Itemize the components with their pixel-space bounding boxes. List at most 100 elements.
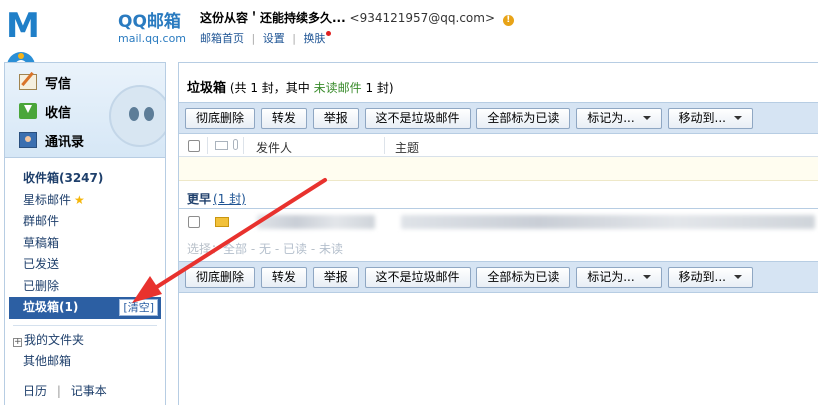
- sidebar-item-starred[interactable]: 星标邮件 ★: [5, 190, 165, 212]
- report-button[interactable]: 举报: [312, 108, 359, 129]
- calendar-link[interactable]: 日历: [23, 384, 47, 398]
- forward-button[interactable]: 转发: [260, 108, 307, 129]
- forward-button[interactable]: 转发: [260, 267, 307, 288]
- select-read-link[interactable]: 已读: [283, 242, 307, 256]
- settings-link[interactable]: 设置: [263, 32, 285, 45]
- link-separator: -: [271, 242, 283, 256]
- report-button[interactable]: 举报: [312, 267, 359, 288]
- mark-as-dropdown[interactable]: 标记为...: [576, 108, 662, 129]
- mark-as-dropdown[interactable]: 标记为...: [576, 267, 662, 288]
- link-separator: |: [251, 32, 256, 45]
- not-spam-button[interactable]: 这不是垃圾邮件: [364, 267, 471, 288]
- sidebar-item-drafts[interactable]: 草稿箱: [5, 233, 165, 255]
- user-info: 这份从容＇还能持续多久... <934121957@qq.com> ! 邮箱首页…: [200, 10, 514, 46]
- column-subject[interactable]: 主题: [395, 139, 419, 156]
- column-divider: [384, 137, 385, 154]
- group-label: 更早: [187, 192, 212, 206]
- delete-forever-button[interactable]: 彻底删除: [185, 108, 256, 129]
- star-icon: ★: [74, 192, 85, 207]
- sidebar-item-inbox[interactable]: 收件箱(3247): [5, 168, 165, 190]
- subject-blurred: [401, 215, 815, 229]
- sidebar-item-deleted[interactable]: 已删除: [5, 276, 165, 298]
- compose-button[interactable]: 写信: [19, 71, 71, 93]
- header-links: 邮箱首页 | 设置 | 换肤: [200, 30, 514, 46]
- change-skin-link[interactable]: 换肤: [303, 32, 325, 45]
- empty-spam-button[interactable]: [清空]: [119, 299, 158, 316]
- move-to-label: 移动到...: [678, 270, 726, 284]
- sidebar: 写信 收信 通讯录 收件箱(3247) 星标邮件 ★ 群邮件 草稿箱 已发送 已删…: [4, 62, 166, 405]
- contacts-button[interactable]: 通讯录: [19, 129, 84, 151]
- page-title: 垃圾箱 (共 1 封，其中 未读邮件 1 封): [187, 77, 394, 96]
- compose-label: 写信: [45, 76, 72, 92]
- group-earlier-title: 更早 (1 封): [187, 190, 246, 207]
- title-count-suffix: 1 封): [361, 81, 394, 95]
- sidebar-item-label: 星标邮件: [23, 192, 72, 207]
- logo-title: QQ邮箱: [118, 12, 181, 32]
- toolbar-bottom: 彻底删除 转发 举报 这不是垃圾邮件 全部标为已读 标记为... 移动到...: [179, 261, 818, 293]
- logo-domain: mail.qq.com: [118, 32, 187, 45]
- sidebar-item-sent[interactable]: 已发送: [5, 254, 165, 276]
- mark-all-read-button[interactable]: 全部标为已读: [476, 267, 571, 288]
- sidebar-item-spam[interactable]: 垃圾箱(1) [清空]: [9, 297, 161, 319]
- list-header: 发件人 主题: [179, 135, 818, 157]
- group-count-link[interactable]: (1 封): [213, 192, 246, 206]
- select-bar: 选择：全部 - 无 - 已读 - 未读: [187, 240, 343, 257]
- select-all-checkbox[interactable]: [188, 140, 200, 152]
- select-unread-link[interactable]: 未读: [319, 242, 343, 256]
- sidebar-item-other-mailboxes[interactable]: 其他邮箱: [5, 351, 165, 373]
- unread-link[interactable]: 未读邮件: [314, 81, 362, 95]
- sidebar-bottom-links: 日历 | 记事本: [5, 382, 165, 399]
- chevron-down-icon: [733, 116, 742, 120]
- column-divider: [243, 137, 244, 154]
- unread-envelope-icon: [215, 217, 229, 227]
- move-to-dropdown[interactable]: 移动到...: [667, 108, 753, 129]
- user-email: <934121957@qq.com>: [349, 11, 496, 25]
- column-sender[interactable]: 发件人: [256, 139, 292, 156]
- user-nickname[interactable]: 这份从容＇还能持续多久...: [200, 11, 346, 25]
- column-divider: [207, 137, 208, 154]
- contacts-label: 通讯录: [45, 134, 85, 150]
- chevron-down-icon: [642, 116, 651, 120]
- user-status-icon[interactable]: !: [502, 15, 514, 26]
- quick-actions: 写信 收信 通讯录: [5, 63, 165, 158]
- divider: [13, 324, 157, 326]
- logo-letter-m: M: [6, 6, 40, 46]
- table-row[interactable]: [179, 210, 818, 234]
- notes-link[interactable]: 记事本: [71, 384, 107, 398]
- header: Mil QQ邮箱 mail.qq.com 这份从容＇还能持续多久... <934…: [0, 0, 818, 126]
- penguin-mascot-icon: [109, 85, 165, 147]
- sender-blurred: [257, 215, 375, 229]
- sidebar-item-group-mail[interactable]: 群邮件: [5, 211, 165, 233]
- mark-all-read-button[interactable]: 全部标为已读: [476, 108, 571, 129]
- move-to-label: 移动到...: [678, 111, 726, 125]
- receive-button[interactable]: 收信: [19, 100, 71, 122]
- logo-subtitle: QQ邮箱 mail.qq.com: [118, 12, 186, 46]
- sidebar-item-my-folders[interactable]: + 我的文件夹: [5, 330, 165, 352]
- chevron-down-icon: [733, 275, 742, 279]
- select-all-link[interactable]: 全部: [223, 242, 247, 256]
- divider: [179, 208, 818, 209]
- sidebar-item-label: 我的文件夹: [24, 332, 85, 347]
- delete-forever-button[interactable]: 彻底删除: [185, 267, 256, 288]
- contacts-book-icon: [19, 132, 37, 148]
- notice-band: [179, 157, 818, 181]
- folder-name: 垃圾箱: [187, 81, 227, 96]
- sidebar-item-label: 垃圾箱(1): [23, 300, 79, 314]
- link-separator: |: [292, 32, 296, 45]
- main-panel: 垃圾箱 (共 1 封，其中 未读邮件 1 封) 彻底删除 转发 举报 这不是垃圾…: [178, 62, 818, 405]
- mailbox-home-link[interactable]: 邮箱首页: [200, 32, 244, 45]
- download-arrow-icon: [19, 103, 37, 119]
- link-separator: |: [56, 384, 61, 398]
- mark-as-label: 标记为...: [587, 111, 635, 125]
- folder-list: 收件箱(3247) 星标邮件 ★ 群邮件 草稿箱 已发送 已删除 垃圾箱(1) […: [5, 158, 165, 373]
- move-to-dropdown[interactable]: 移动到...: [667, 267, 753, 288]
- new-dot-icon: [326, 31, 332, 36]
- pencil-paper-icon: [19, 74, 37, 90]
- title-count-prefix: (共 1 封，其中: [229, 81, 314, 95]
- select-none-link[interactable]: 无: [259, 242, 271, 256]
- not-spam-button[interactable]: 这不是垃圾邮件: [364, 108, 471, 129]
- expand-plus-icon[interactable]: +: [13, 337, 22, 347]
- row-checkbox[interactable]: [188, 216, 200, 228]
- link-separator: -: [247, 242, 259, 256]
- chevron-down-icon: [642, 275, 651, 279]
